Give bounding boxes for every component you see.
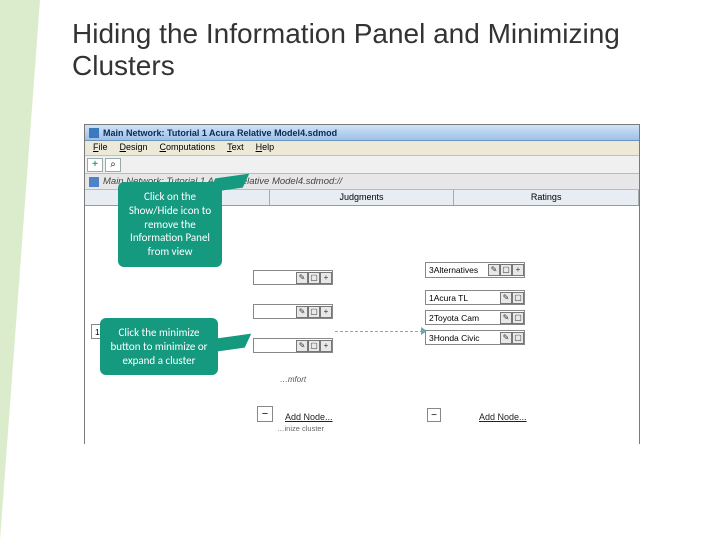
edit-icon[interactable]: ✎ (488, 264, 500, 276)
box-icon[interactable]: ▢ (308, 272, 320, 284)
app-icon (89, 128, 99, 138)
node-honda-label: 3Honda Civic (429, 333, 480, 343)
node-toyota[interactable]: 2Toyota Cam ✎ ▢ (425, 310, 525, 325)
menu-design[interactable]: Design (114, 141, 154, 155)
callout-minimize: Click the minimize button to minimize or… (100, 318, 218, 375)
add-node-link-right[interactable]: Add Node... (479, 412, 527, 422)
connector-line (335, 331, 423, 332)
node-criterion-1[interactable]: ✎ ▢ + (253, 270, 333, 285)
add-node-link-left[interactable]: Add Node... (285, 412, 333, 422)
minimize-cluster-button-right[interactable]: − (427, 408, 441, 422)
node-acura[interactable]: 1Acura TL ✎ ▢ (425, 290, 525, 305)
box-icon[interactable]: ▢ (512, 292, 524, 304)
plus-icon[interactable]: + (320, 340, 332, 352)
cluster-alternatives-label: 3Alternatives (429, 265, 478, 275)
node-acura-label: 1Acura TL (429, 293, 468, 303)
plus-icon[interactable]: + (320, 306, 332, 318)
edit-icon[interactable]: ✎ (296, 272, 308, 284)
node-honda[interactable]: 3Honda Civic ✎ ▢ (425, 330, 525, 345)
node-toyota-label: 2Toyota Cam (429, 313, 479, 323)
node-comfort-partial[interactable]: …mfort (253, 372, 333, 387)
toolbar-magnify-button[interactable]: ⌕ (105, 158, 121, 172)
edit-icon[interactable]: ✎ (296, 340, 308, 352)
menu-text[interactable]: Text (221, 141, 250, 155)
title-bar: Main Network: Tutorial 1 Acura Relative … (85, 125, 639, 141)
box-icon[interactable]: ▢ (512, 312, 524, 324)
title-bar-text: Main Network: Tutorial 1 Acura Relative … (103, 128, 337, 138)
box-icon[interactable]: ▢ (308, 340, 320, 352)
menu-file[interactable]: File (87, 141, 114, 155)
box-icon[interactable]: ▢ (512, 332, 524, 344)
tab-ratings[interactable]: Ratings (454, 190, 639, 205)
title-app-label: Main Network: (103, 128, 165, 138)
callout-show-hide: Click on the Show/Hide icon to remove th… (118, 182, 222, 267)
tab-judgments[interactable]: Judgments (270, 190, 455, 205)
box-icon[interactable]: ▢ (500, 264, 512, 276)
node-criterion-2[interactable]: ✎ ▢ + (253, 304, 333, 319)
menu-help[interactable]: Help (250, 141, 281, 155)
edit-icon[interactable]: ✎ (500, 292, 512, 304)
cluster-alternatives[interactable]: 3Alternatives ✎ ▢ + (425, 262, 525, 278)
toolbar-add-button[interactable]: + (87, 158, 103, 172)
toolbar: + ⌕ (85, 156, 639, 174)
document-icon (89, 177, 99, 187)
app-window: Main Network: Tutorial 1 Acura Relative … (84, 124, 640, 444)
plus-icon[interactable]: + (512, 264, 524, 276)
edit-icon[interactable]: ✎ (500, 312, 512, 324)
menu-bar: File Design Computations Text Help (85, 141, 639, 156)
slide-accent (0, 0, 40, 540)
minimize-cluster-label: …inize cluster (277, 424, 324, 433)
minimize-cluster-button[interactable]: − (257, 406, 273, 422)
edit-icon[interactable]: ✎ (296, 306, 308, 318)
callout-minimize-text: Click the minimize button to minimize or… (111, 326, 208, 367)
slide-title: Hiding the Information Panel and Minimiz… (72, 18, 632, 82)
box-icon[interactable]: ▢ (308, 306, 320, 318)
title-doc-label: Tutorial 1 Acura Relative Model4.sdmod (167, 128, 337, 138)
edit-icon[interactable]: ✎ (500, 332, 512, 344)
callout-show-hide-text: Click on the Show/Hide icon to remove th… (129, 190, 211, 258)
plus-icon[interactable]: + (320, 272, 332, 284)
menu-computations[interactable]: Computations (154, 141, 222, 155)
node-criterion-3[interactable]: ✎ ▢ + (253, 338, 333, 353)
